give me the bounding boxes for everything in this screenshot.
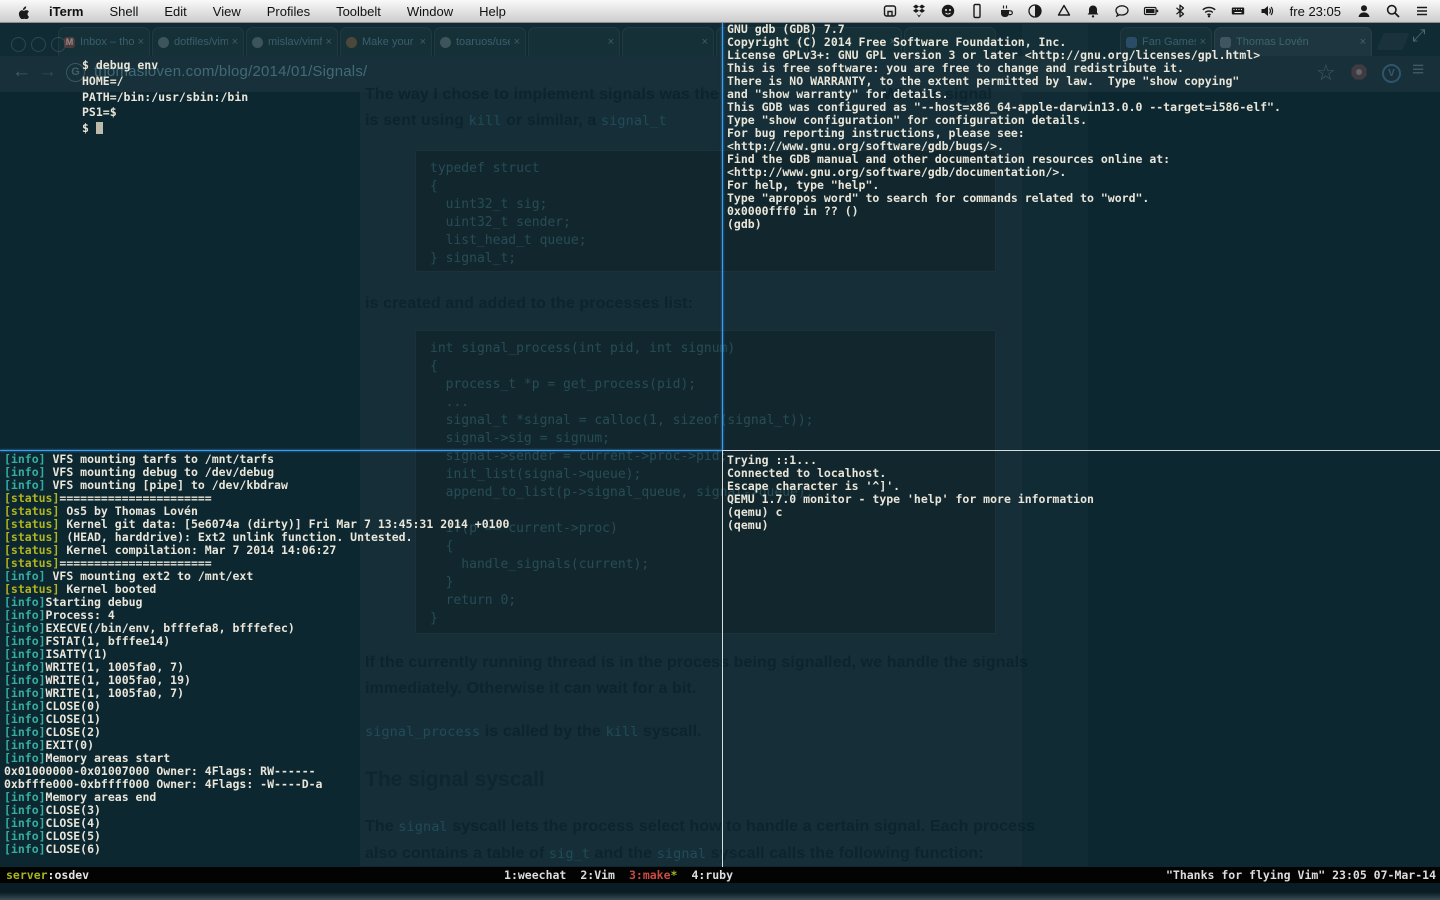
terminal-gdb-pane[interactable]: GNU gdb (GDB) 7.7 Copyright (C) 2014 Fre… xyxy=(727,23,1281,231)
chat-icon[interactable] xyxy=(1114,3,1130,19)
bell-icon[interactable] xyxy=(1085,3,1101,19)
pane-divider-vertical-active[interactable] xyxy=(722,22,723,450)
wifi-icon[interactable] xyxy=(1201,3,1217,19)
menu-profiles[interactable]: Profiles xyxy=(267,4,310,19)
volume-icon[interactable] xyxy=(1259,3,1275,19)
bluetooth-icon[interactable] xyxy=(1172,3,1188,19)
tmux-status-bar: server:osdev 1:weechat 2:Vim 3:make* 4:ruby… xyxy=(0,867,1440,883)
menu-help[interactable]: Help xyxy=(479,4,506,19)
terminal-shell-pane[interactable]: $ debug env HOME=/ PATH=/bin:/usr/sbin:/… xyxy=(82,58,248,137)
apple-menu-icon[interactable] xyxy=(16,3,31,19)
menu-view[interactable]: View xyxy=(213,4,241,19)
menu-iterm[interactable]: iTerm xyxy=(49,4,83,19)
menu-window[interactable]: Window xyxy=(407,4,453,19)
device-icon[interactable] xyxy=(969,3,985,19)
pane-divider-horizontal-active[interactable] xyxy=(0,450,722,451)
terminal-cursor xyxy=(95,122,103,135)
tmux-window-weechat[interactable]: 1:weechat xyxy=(504,868,566,882)
menu-shell[interactable]: Shell xyxy=(109,4,138,19)
tmux-session-name[interactable]: server:osdev xyxy=(0,867,89,883)
tmux-window-make[interactable]: 3:make* xyxy=(629,868,677,882)
face-icon[interactable] xyxy=(940,3,956,19)
terminal-kernel-log-pane[interactable]: [info] VFS mounting tarfs to /mnt/tarfs … xyxy=(4,453,509,856)
menu-bar-clock[interactable]: fre 23:05 xyxy=(1290,4,1341,19)
dropbox-icon[interactable] xyxy=(911,3,927,19)
keyboard-icon[interactable] xyxy=(1230,3,1246,19)
menu-edit[interactable]: Edit xyxy=(164,4,186,19)
pane-divider-horizontal[interactable] xyxy=(722,450,1440,451)
battery-icon[interactable] xyxy=(1143,3,1159,19)
terminal-qemu-pane[interactable]: Trying ::1... Connected to localhost. Es… xyxy=(727,454,1094,532)
tmux-window-ruby[interactable]: 4:ruby xyxy=(691,868,733,882)
desktop: iTerm Shell Edit View Profiles Toolbelt Windo… xyxy=(0,0,1440,900)
menu-items: iTerm xyxy=(49,4,83,19)
tmux-right-status: "Thanks for flying Vim" 23:05 07-Mar-14 xyxy=(1165,868,1436,882)
menulist-icon[interactable] xyxy=(1414,3,1430,19)
menu-toolbelt[interactable]: Toolbelt xyxy=(336,4,381,19)
macos-menu-bar: iTerm Shell Edit View Profiles Toolbelt Windo… xyxy=(0,0,1440,23)
dock-edge xyxy=(0,883,1440,900)
drive-icon[interactable] xyxy=(1056,3,1072,19)
coffee-icon[interactable] xyxy=(998,3,1014,19)
search-icon[interactable] xyxy=(1385,3,1401,19)
tmux-window-vim[interactable]: 2:Vim xyxy=(580,868,615,882)
pane-divider-vertical[interactable] xyxy=(722,451,723,867)
pie-icon[interactable] xyxy=(1027,3,1043,19)
user-icon[interactable] xyxy=(1356,3,1372,19)
app-window-icon[interactable] xyxy=(882,3,898,19)
